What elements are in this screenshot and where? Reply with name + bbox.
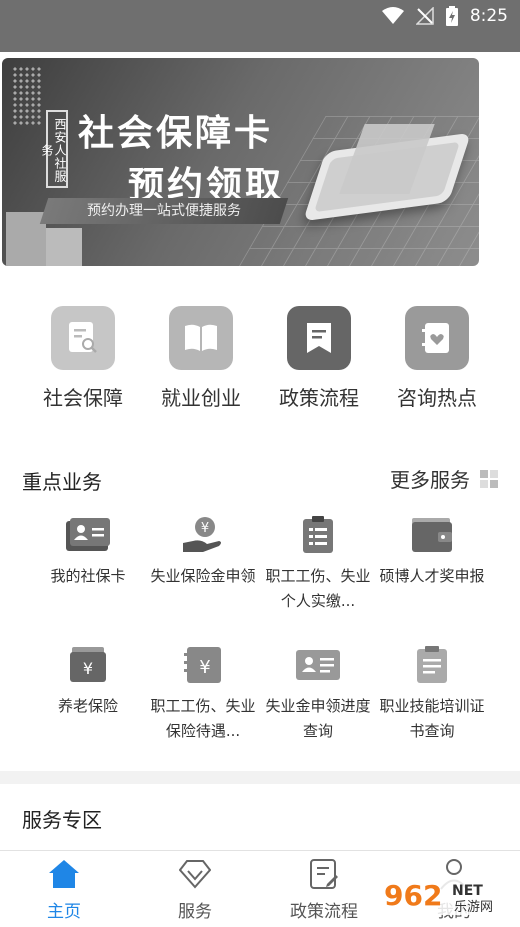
bottom-tab-bar: 主页 服务 政策流程 我的 962 NET 乐游网	[0, 850, 520, 927]
category-employment[interactable]: 就业创业	[146, 306, 256, 411]
watermark-suffix: NET	[452, 883, 483, 899]
site-watermark: 962 NET 乐游网	[378, 871, 514, 921]
service-skill-certificate[interactable]: 职业技能培训证书查询	[374, 644, 490, 746]
service-unemployment-claim[interactable]: ¥ 失业保险金申领	[145, 514, 261, 616]
grid-icon	[480, 469, 498, 488]
no-signal-icon	[415, 7, 434, 25]
service-label: 失业金申领进度查询	[265, 697, 371, 740]
id-card-icon	[294, 644, 342, 686]
id-card-icon	[64, 514, 112, 556]
banner-subtitle-text: 预约办理一站式便捷服务	[87, 203, 241, 219]
service-pension[interactable]: ¥ 养老保险	[30, 644, 146, 746]
service-insurance-benefits[interactable]: ¥ 职工工伤、失业保险待遇...	[145, 644, 261, 746]
key-services-title: 重点业务	[22, 470, 102, 494]
banner-block-decoration	[46, 228, 82, 266]
book-icon	[169, 306, 233, 370]
status-bar: 8:25	[0, 0, 520, 52]
yuan-notebook-icon: ¥	[179, 644, 227, 686]
category-consult[interactable]: 咨询热点	[382, 306, 492, 411]
key-services-section: 重点业务 更多服务 我的社保卡 ¥ 失业保险金申领 职工工伤、失业个人实缴...…	[0, 436, 520, 771]
banner-dots-decoration	[12, 66, 42, 126]
document-edit-icon	[307, 857, 341, 891]
category-social-security[interactable]: 社会保障	[28, 306, 138, 411]
service-label: 职工工伤、失业保险待遇...	[150, 697, 256, 740]
tab-label: 主页	[47, 902, 81, 922]
yuan-box-icon: ¥	[64, 644, 112, 686]
home-icon	[47, 857, 81, 891]
home-page: 西安人社服务 社会保障卡 预约领取 预约办理一站式便捷服务 社会保障 就业创业	[0, 52, 520, 850]
service-my-social-card[interactable]: 我的社保卡	[30, 514, 146, 616]
tab-label: 政策流程	[290, 902, 358, 922]
battery-charging-icon	[445, 6, 458, 26]
service-label: 养老保险	[57, 697, 118, 715]
certificate-icon	[408, 644, 456, 686]
category-row: 社会保障 就业创业 政策流程 咨询热点	[0, 306, 520, 416]
tab-label: 服务	[178, 902, 212, 922]
tab-home[interactable]: 主页	[14, 857, 114, 922]
service-label: 硕博人才奖申报	[379, 567, 485, 585]
top-panel: 西安人社服务 社会保障卡 预约领取 预约办理一站式便捷服务 社会保障 就业创业	[0, 52, 520, 436]
service-label: 我的社保卡	[50, 567, 126, 585]
service-label: 职业技能培训证书查询	[379, 697, 485, 740]
service-injury-payment[interactable]: 职工工伤、失业个人实缴...	[260, 514, 376, 616]
category-policy[interactable]: 政策流程	[264, 306, 374, 411]
category-label: 政策流程	[279, 386, 359, 410]
watermark-caption: 乐游网	[454, 900, 493, 915]
category-label: 社会保障	[43, 386, 123, 410]
category-label: 咨询热点	[397, 386, 477, 410]
wifi-icon	[381, 7, 404, 24]
service-talent-award[interactable]: 硕博人才奖申报	[374, 514, 490, 616]
status-icons: 8:25	[381, 6, 508, 26]
banner-subtitle: 预约办理一站式便捷服务	[39, 198, 289, 224]
watermark-number: 962	[384, 879, 442, 912]
promo-banner[interactable]: 西安人社服务 社会保障卡 预约领取 预约办理一站式便捷服务	[2, 58, 479, 266]
banner-title-line1: 社会保障卡	[78, 113, 274, 154]
tab-policy[interactable]: 政策流程	[274, 857, 374, 922]
svg-text:¥: ¥	[199, 657, 210, 678]
svg-text:¥: ¥	[83, 659, 93, 678]
more-services-link[interactable]: 更多服务	[390, 464, 498, 493]
service-zone-section: 服务专区	[0, 784, 520, 850]
tab-services[interactable]: 服务	[145, 857, 245, 922]
more-services-label: 更多服务	[390, 468, 470, 492]
document-bookmark-icon	[287, 306, 351, 370]
service-label: 职工工伤、失业个人实缴...	[265, 567, 371, 610]
category-label: 就业创业	[161, 386, 241, 410]
status-time: 8:25	[469, 6, 508, 26]
wallet-icon	[408, 514, 456, 556]
social-security-icon	[51, 306, 115, 370]
diamond-icon	[178, 857, 212, 891]
service-claim-progress[interactable]: 失业金申领进度查询	[260, 644, 376, 746]
service-label: 失业保险金申领	[150, 567, 256, 585]
svg-text:¥: ¥	[201, 521, 209, 536]
banner-vertical-tag: 西安人社服务	[40, 110, 68, 188]
heart-notebook-icon	[405, 306, 469, 370]
money-hand-icon: ¥	[179, 514, 227, 556]
clipboard-icon	[294, 514, 342, 556]
service-zone-title: 服务专区	[22, 808, 102, 832]
